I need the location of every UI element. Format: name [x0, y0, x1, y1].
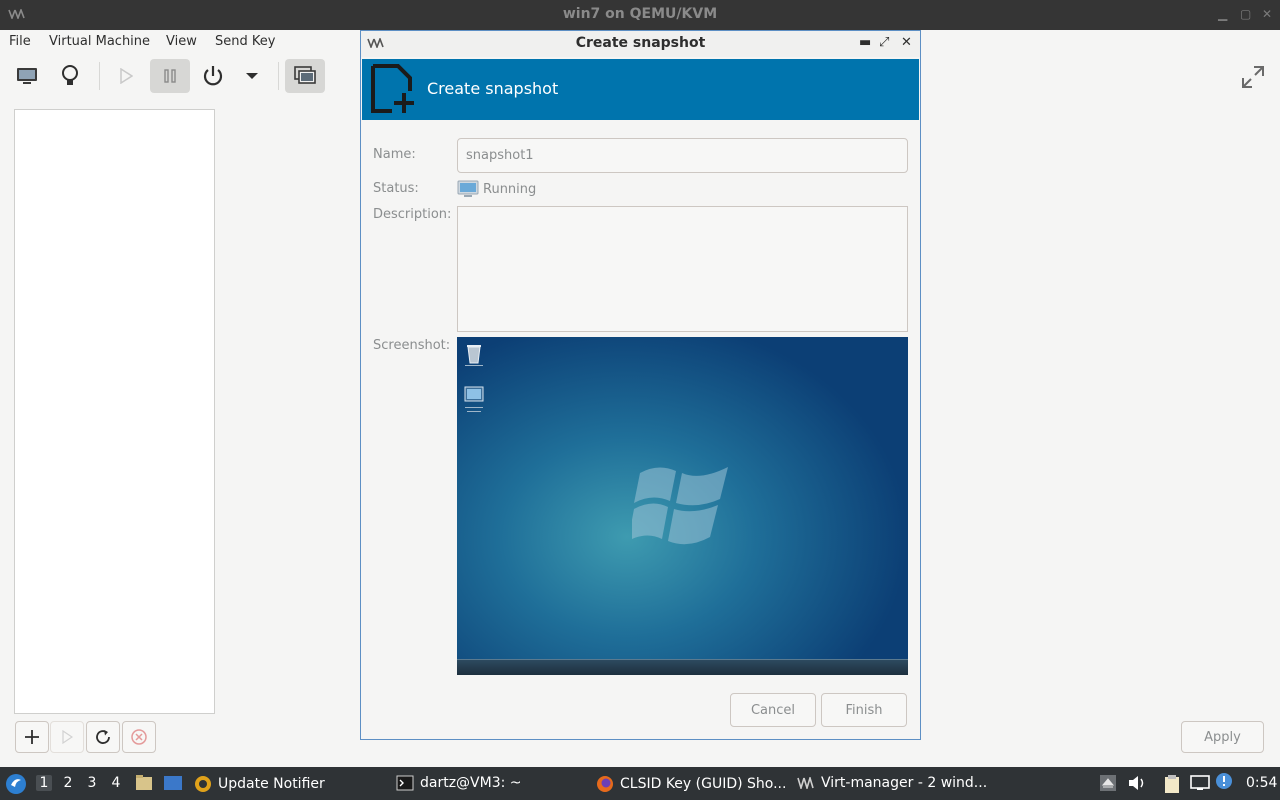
monitor-icon — [17, 68, 37, 84]
refresh-icon — [96, 730, 110, 744]
close-icon[interactable]: ✕ — [1262, 7, 1272, 21]
maximize-icon[interactable]: ▢ — [1240, 7, 1251, 21]
volume-icon[interactable] — [1127, 774, 1147, 792]
shutdown-button[interactable] — [193, 59, 233, 93]
clipboard-icon[interactable] — [1163, 774, 1181, 794]
finish-button[interactable]: Finish — [821, 693, 907, 727]
delete-snapshot-button[interactable] — [122, 721, 156, 753]
status-label: Status: — [373, 181, 419, 196]
taskbar-virt-manager-label: Virt-manager - 2 wind... — [821, 775, 988, 791]
taskbar-terminal[interactable]: dartz@VM3: ~ — [396, 775, 522, 791]
lightbulb-icon — [62, 65, 78, 85]
status-value: Running — [457, 180, 536, 198]
menu-send-key[interactable]: Send Key — [215, 34, 275, 49]
power-icon — [203, 66, 223, 86]
recycle-bin-icon — [465, 345, 483, 366]
windows-logo-icon — [632, 467, 728, 545]
workspace-3[interactable]: 3 — [84, 775, 100, 791]
dialog-close-icon[interactable]: ✕ — [901, 35, 912, 50]
create-snapshot-dialog: Create snapshot ▬ ⤢ ✕ Create snapshot Na… — [360, 30, 921, 740]
play-icon — [62, 730, 73, 744]
dialog-header-title: Create snapshot — [427, 79, 559, 98]
name-label: Name: — [373, 147, 416, 162]
dialog-minimize-icon[interactable]: ▬ — [859, 35, 871, 50]
run-snapshot-button[interactable] — [50, 721, 84, 753]
network-icon[interactable] — [1189, 774, 1211, 792]
status-text: Running — [483, 181, 537, 197]
window-title: win7 on QEMU/KVM — [562, 6, 718, 22]
refresh-snapshots-button[interactable] — [86, 721, 120, 753]
cancel-button[interactable]: Cancel — [730, 693, 816, 727]
description-label: Description: — [373, 207, 452, 222]
terminal-icon — [396, 775, 414, 791]
dialog-title: Create snapshot — [575, 35, 706, 51]
workspace-2[interactable]: 2 — [60, 775, 76, 791]
notification-icon[interactable] — [1215, 772, 1233, 790]
shutdown-menu-button[interactable] — [232, 59, 272, 93]
taskbar-terminal-label: dartz@VM3: ~ — [420, 775, 522, 791]
snapshot-name-input[interactable] — [457, 138, 908, 173]
description-textarea[interactable] — [457, 206, 908, 332]
new-snapshot-icon — [371, 64, 414, 113]
menu-virtual-machine[interactable]: Virtual Machine — [49, 34, 150, 49]
firefox-icon — [597, 776, 613, 792]
run-button[interactable] — [106, 59, 146, 93]
start-menu-icon[interactable] — [5, 773, 27, 795]
taskbar-virt-manager[interactable]: Virt-manager - 2 wind... — [797, 775, 987, 791]
show-desktop-icon[interactable] — [163, 774, 183, 792]
snapshot-list[interactable] — [14, 109, 215, 714]
delete-icon — [131, 729, 147, 745]
fullscreen-icon[interactable] — [1240, 64, 1266, 90]
file-manager-icon[interactable] — [135, 774, 153, 792]
caret-down-icon — [246, 73, 258, 79]
workspace-1[interactable]: 1 — [36, 775, 52, 791]
toolbar-separator — [99, 62, 100, 90]
pause-button[interactable] — [150, 59, 190, 93]
vm-screenshot — [457, 337, 908, 675]
taskbar-update-notifier[interactable]: Update Notifier — [194, 775, 325, 793]
apply-button[interactable]: Apply — [1181, 721, 1264, 753]
vm-taskbar — [457, 659, 908, 675]
snapshots-button[interactable] — [285, 59, 325, 93]
desktop-shortcut-icon — [464, 386, 484, 412]
snapshots-icon — [294, 66, 316, 84]
details-button[interactable] — [50, 59, 90, 93]
toolbar-separator — [278, 62, 279, 90]
console-button[interactable] — [7, 59, 47, 93]
menu-file[interactable]: File — [9, 34, 31, 49]
main-titlebar: win7 on QEMU/KVM ▁ ▢ ✕ — [0, 0, 1280, 30]
plus-icon — [25, 730, 39, 744]
add-snapshot-button[interactable] — [15, 721, 49, 753]
workspace-4[interactable]: 4 — [108, 775, 124, 791]
taskbar-firefox[interactable]: CLSID Key (GUID) Sho... — [596, 775, 786, 793]
update-notifier-icon — [195, 776, 211, 792]
running-monitor-icon — [457, 180, 479, 197]
virt-manager-icon — [797, 777, 814, 789]
play-icon — [120, 68, 133, 84]
pause-icon — [164, 69, 176, 83]
dialog-maximize-icon[interactable]: ⤢ — [879, 35, 889, 50]
screenshot-label: Screenshot: — [373, 338, 451, 353]
taskbar-firefox-label: CLSID Key (GUID) Sho... — [620, 776, 787, 792]
dialog-header: Create snapshot — [362, 59, 919, 120]
taskbar-update-notifier-label: Update Notifier — [218, 776, 325, 792]
clock[interactable]: 0:54 — [1246, 775, 1277, 791]
eject-icon[interactable] — [1099, 774, 1117, 792]
menu-view[interactable]: View — [166, 34, 197, 49]
dialog-titlebar: Create snapshot ▬ ⤢ ✕ — [361, 31, 920, 57]
minimize-icon[interactable]: ▁ — [1218, 7, 1227, 21]
system-panel: 1 2 3 4 Update Notifier dartz@VM3: ~ CLS… — [0, 767, 1280, 800]
